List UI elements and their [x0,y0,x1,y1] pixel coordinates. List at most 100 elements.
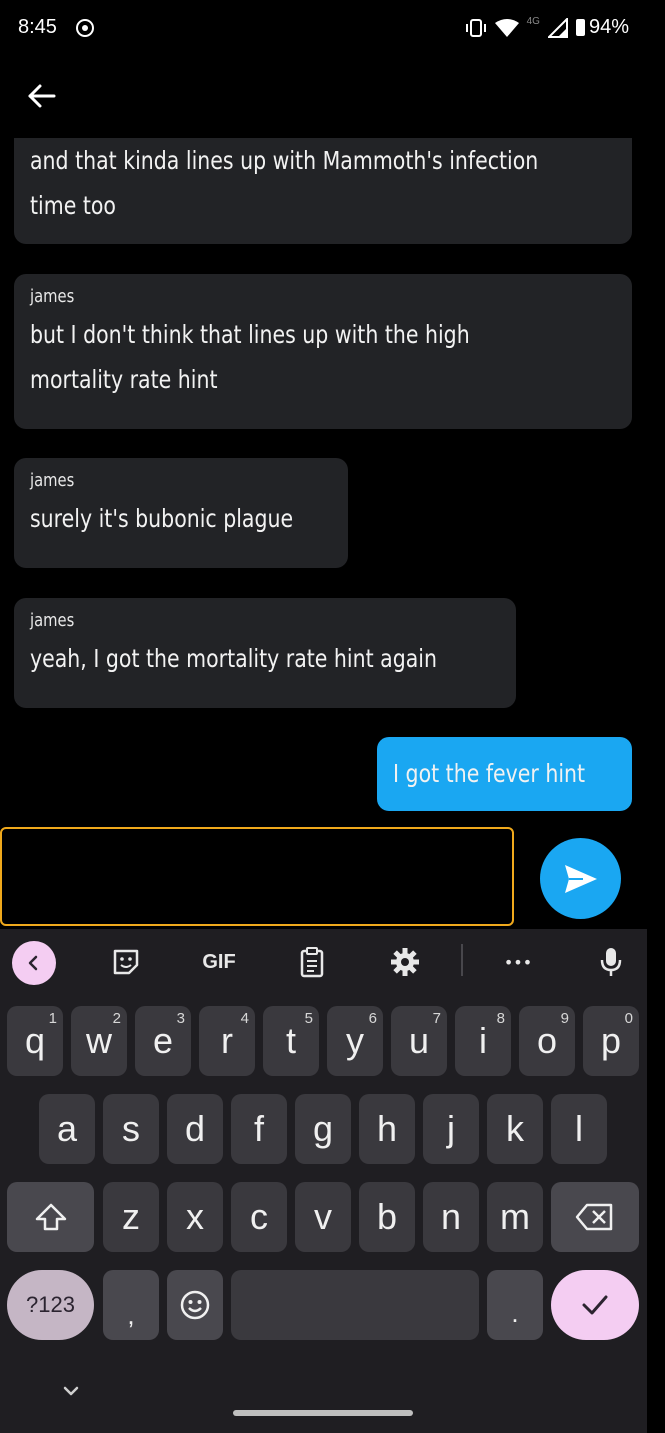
key-e[interactable]: e3 [135,1006,191,1076]
status-icons: 4G 94% [465,16,629,39]
message-text-line: but I don't think that lines up with the… [30,320,470,349]
shift-key[interactable] [7,1182,94,1252]
message-text-line: surely it's bubonic plague [30,504,294,533]
keyboard-menu-button[interactable] [12,941,56,985]
key-label: h [376,1108,398,1149]
on-screen-keyboard: GIF ••• q1 w2 e3 r4 t5 y6 u7 i8 o9 p0 a … [0,929,647,1433]
key-label: x [186,1196,204,1237]
period-key[interactable]: . [487,1270,543,1340]
key-label: . [511,1297,519,1328]
key-label: a [56,1108,78,1149]
message-input[interactable] [0,827,514,926]
key-label: o [536,1020,558,1061]
key-s[interactable]: s [103,1094,159,1164]
key-label: d [184,1108,206,1149]
voice-input-button[interactable] [590,941,632,983]
key-a[interactable]: a [39,1094,95,1164]
message-text-line: I got the fever hint [393,759,586,788]
settings-button[interactable] [384,941,426,983]
clipboard-icon [300,947,324,978]
keyboard-collapse-button[interactable] [56,1379,86,1403]
key-f[interactable]: f [231,1094,287,1164]
key-label: j [447,1108,455,1149]
key-label: v [314,1196,332,1237]
battery-icon [575,19,585,36]
key-d[interactable]: d [167,1094,223,1164]
message-bubble: james surely it's bubonic plague [14,458,348,568]
key-label: , [127,1299,135,1330]
backspace-icon [575,1203,613,1231]
key-t[interactable]: t5 [263,1006,319,1076]
enter-key[interactable] [551,1270,639,1340]
key-b[interactable]: b [359,1182,415,1252]
key-h[interactable]: h [359,1094,415,1164]
outgoing-message-bubble: I got the fever hint [377,737,632,811]
key-l[interactable]: l [551,1094,607,1164]
message-list[interactable]: and that kinda lines up with Mammoth's i… [0,138,665,818]
message-text-line: yeah, I got the mortality rate hint agai… [30,644,438,673]
message-text-line: and that kinda lines up with Mammoth's i… [30,146,539,175]
key-n[interactable]: n [423,1182,479,1252]
key-hint: 8 [496,1010,505,1027]
message-bubble: james but I don't think that lines up wi… [14,274,632,429]
key-x[interactable]: x [167,1182,223,1252]
key-label: q [24,1020,46,1061]
key-label: y [346,1020,364,1061]
vibrate-icon [465,18,486,37]
back-arrow-icon[interactable] [24,78,60,114]
key-q[interactable]: q1 [7,1006,63,1076]
sticker-button[interactable] [105,941,147,983]
key-u[interactable]: u7 [391,1006,447,1076]
key-p[interactable]: p0 [583,1006,639,1076]
key-o[interactable]: o9 [519,1006,575,1076]
key-hint: 3 [176,1010,185,1027]
emoji-key[interactable] [167,1270,223,1340]
key-hint: 6 [368,1010,377,1027]
key-g[interactable]: g [295,1094,351,1164]
battery-percent: 94% [588,16,629,38]
key-r[interactable]: r4 [199,1006,255,1076]
key-v[interactable]: v [295,1182,351,1252]
key-m[interactable]: m [487,1182,543,1252]
message-sender: james [30,286,75,307]
space-key[interactable] [231,1270,479,1340]
key-z[interactable]: z [103,1182,159,1252]
key-label: c [250,1196,268,1237]
message-sender: james [30,610,75,631]
key-label: b [376,1196,398,1237]
key-label: ?123 [26,1292,75,1317]
shift-icon [35,1203,66,1231]
key-k[interactable]: k [487,1094,543,1164]
key-label: m [500,1196,530,1237]
key-label: s [122,1108,140,1149]
key-i[interactable]: i8 [455,1006,511,1076]
more-button[interactable]: ••• [497,941,539,983]
key-hint: 0 [624,1010,633,1027]
backspace-key[interactable] [551,1182,639,1252]
send-button[interactable] [540,838,621,919]
checkmark-icon [582,1295,608,1315]
symbols-key[interactable]: ?123 [7,1270,94,1340]
key-label: z [122,1196,140,1237]
cell-signal-icon [547,17,568,38]
key-c[interactable]: c [231,1182,287,1252]
key-label: n [440,1196,462,1237]
gesture-nav-handle[interactable] [233,1410,413,1416]
key-j[interactable]: j [423,1094,479,1164]
comma-key[interactable]: , [103,1270,159,1340]
key-y[interactable]: y6 [327,1006,383,1076]
wifi-icon [494,18,519,37]
key-hint: 9 [560,1010,569,1027]
chevron-left-icon [28,955,38,971]
key-label: g [312,1108,334,1149]
key-label: r [221,1020,233,1061]
gif-button[interactable]: GIF [198,941,240,983]
key-label: f [253,1108,264,1149]
message-sender: james [30,470,75,491]
key-hint: 2 [112,1010,121,1027]
key-label: p [600,1020,622,1061]
clipboard-button[interactable] [291,941,333,983]
key-w[interactable]: w2 [71,1006,127,1076]
key-label: u [408,1020,430,1061]
emoji-icon [180,1290,210,1320]
